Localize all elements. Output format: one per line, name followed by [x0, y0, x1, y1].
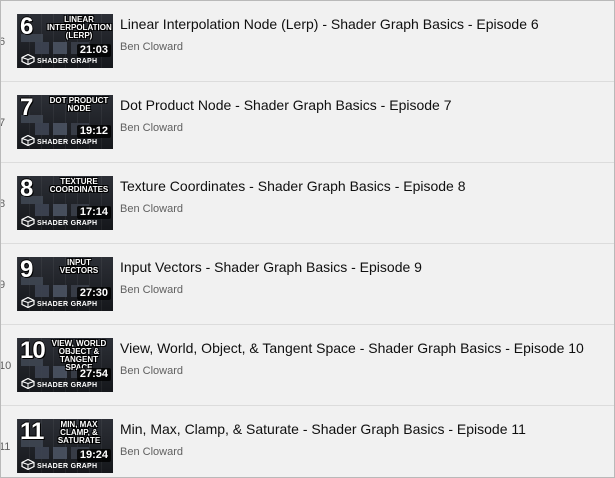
playlist-item[interactable]: 9 9 INPUT VECTORS SHADER GRAPH 27:30 Inp… — [1, 244, 614, 325]
video-thumbnail[interactable]: 6 LINEAR INTERPOLATION (LERP) SHADER GRA… — [17, 14, 113, 68]
item-index: 9 — [1, 279, 9, 291]
channel-name[interactable]: Ben Cloward — [120, 445, 183, 459]
playlist-item[interactable]: 6 6 LINEAR INTERPOLATION (LERP) SHADER G… — [1, 1, 614, 82]
thumbnail-episode-number: 8 — [20, 176, 33, 202]
video-title[interactable]: Input Vectors - Shader Graph Basics - Ep… — [120, 258, 608, 276]
thumbnail-episode-number: 6 — [20, 14, 33, 40]
video-duration: 27:30 — [76, 287, 111, 300]
video-thumbnail[interactable]: 10 VIEW, WORLD OBJECT & TANGENT SPACE SH… — [17, 338, 113, 392]
item-index: 6 — [1, 36, 9, 48]
item-index: 10 — [0, 360, 12, 372]
video-thumbnail[interactable]: 8 TEXTURE COORDINATES SHADER GRAPH 17:14 — [17, 176, 113, 230]
thumbnail-topic-text: LINEAR INTERPOLATION (LERP) — [47, 15, 112, 40]
thumbnail-series-text: SHADER GRAPH — [37, 463, 98, 470]
thumbnail-episode-number: 11 — [20, 419, 44, 445]
video-title[interactable]: Min, Max, Clamp, & Saturate - Shader Gra… — [120, 420, 608, 438]
thumbnail-topic-text: MIN, MAX CLAMP, & SATURATE — [57, 420, 101, 445]
channel-name[interactable]: Ben Cloward — [120, 40, 183, 54]
video-duration: 19:12 — [76, 125, 111, 138]
thumbnail-series-text: SHADER GRAPH — [37, 382, 98, 389]
video-thumbnail[interactable]: 9 INPUT VECTORS SHADER GRAPH 27:30 — [17, 257, 113, 311]
thumbnail-series-text: SHADER GRAPH — [37, 301, 98, 308]
thumbnail-topic-text: DOT PRODUCT NODE — [49, 96, 109, 113]
channel-name[interactable]: Ben Cloward — [120, 202, 183, 216]
video-thumbnail[interactable]: 11 MIN, MAX CLAMP, & SATURATE SHADER GRA… — [17, 419, 113, 473]
thumbnail-series-text: SHADER GRAPH — [37, 58, 98, 65]
playlist-item[interactable]: 8 8 TEXTURE COORDINATES SHADER GRAPH 17:… — [1, 163, 614, 244]
channel-name[interactable]: Ben Cloward — [120, 364, 183, 378]
video-duration: 19:24 — [76, 449, 111, 462]
video-title[interactable]: Texture Coordinates - Shader Graph Basic… — [120, 177, 608, 195]
thumbnail-series-text: SHADER GRAPH — [37, 139, 98, 146]
video-title[interactable]: Linear Interpolation Node (Lerp) - Shade… — [120, 15, 608, 33]
unity-logo-icon — [21, 216, 35, 227]
item-index: 11 — [0, 441, 11, 453]
item-index: 8 — [1, 198, 9, 210]
unity-logo-icon — [21, 378, 35, 389]
video-thumbnail[interactable]: 7 DOT PRODUCT NODE SHADER GRAPH 19:12 — [17, 95, 113, 149]
playlist-panel: 6 6 LINEAR INTERPOLATION (LERP) SHADER G… — [0, 0, 615, 478]
unity-logo-icon — [21, 135, 35, 146]
unity-logo-icon — [21, 459, 35, 470]
thumbnail-episode-number: 7 — [20, 95, 33, 121]
thumbnail-topic-text: TEXTURE COORDINATES — [49, 177, 109, 194]
unity-logo-icon — [21, 54, 35, 65]
unity-logo-icon — [21, 297, 35, 308]
playlist-item[interactable]: 11 11 MIN, MAX CLAMP, & SATURATE SHADER … — [0, 406, 614, 477]
video-title[interactable]: View, World, Object, & Tangent Space - S… — [120, 339, 608, 357]
channel-name[interactable]: Ben Cloward — [120, 121, 183, 135]
channel-name[interactable]: Ben Cloward — [120, 283, 183, 297]
video-duration: 27:54 — [76, 368, 111, 381]
video-duration: 21:03 — [76, 44, 111, 57]
thumbnail-topic-text: INPUT VECTORS — [59, 258, 99, 275]
thumbnail-series-text: SHADER GRAPH — [37, 220, 98, 227]
video-duration: 17:14 — [76, 206, 111, 219]
thumbnail-episode-number: 10 — [20, 338, 46, 364]
item-index: 7 — [1, 117, 9, 129]
playlist-item[interactable]: 10 10 VIEW, WORLD OBJECT & TANGENT SPACE… — [1, 325, 614, 406]
video-title[interactable]: Dot Product Node - Shader Graph Basics -… — [120, 96, 608, 114]
thumbnail-episode-number: 9 — [20, 257, 33, 283]
playlist: 6 6 LINEAR INTERPOLATION (LERP) SHADER G… — [0, 1, 614, 477]
playlist-item[interactable]: 7 7 DOT PRODUCT NODE SHADER GRAPH 19:12 … — [1, 82, 614, 163]
